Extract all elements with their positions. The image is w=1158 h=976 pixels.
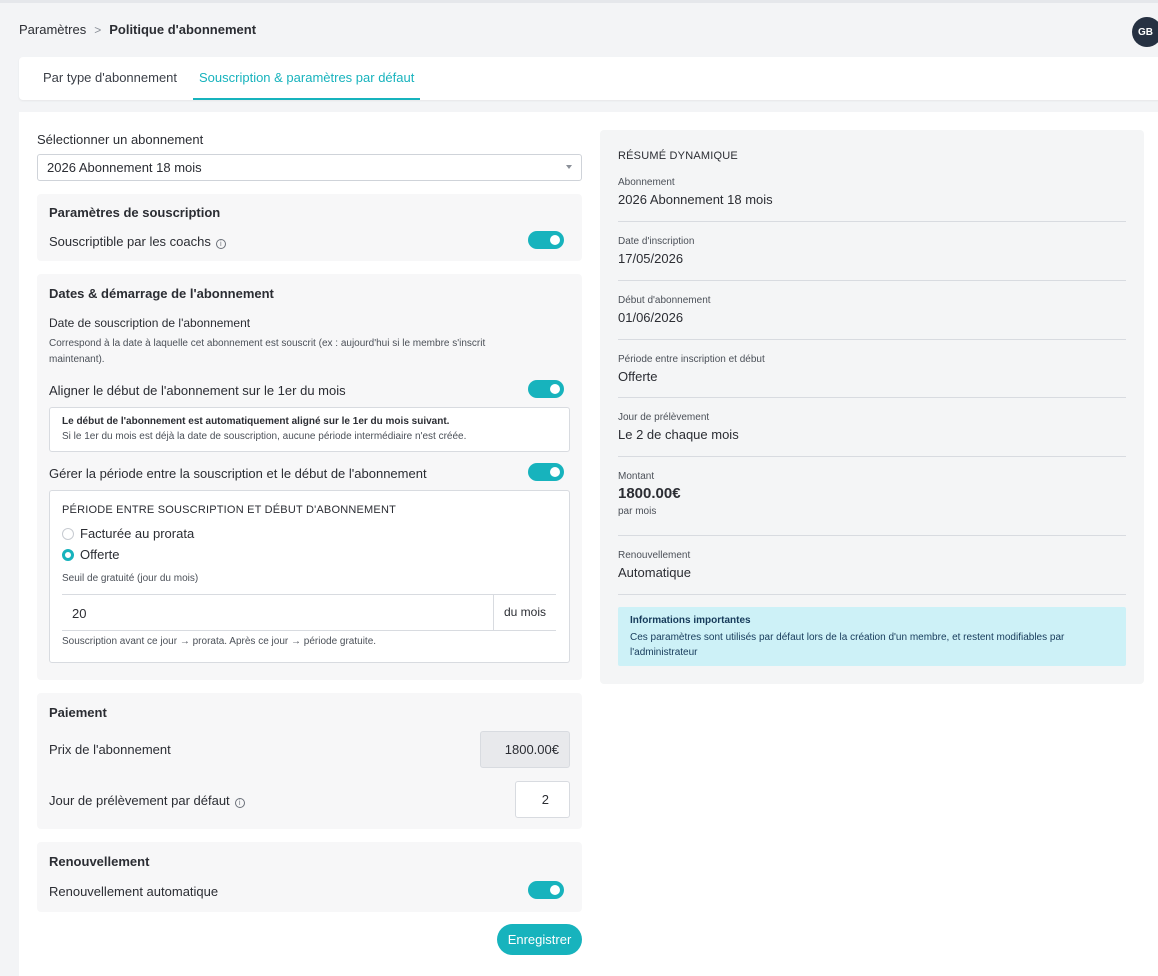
summary-value: Le 2 de chaque mois [618, 427, 739, 442]
summary-panel: RÉSUMÉ DYNAMIQUE Abonnement 2026 Abonnem… [600, 130, 1144, 684]
important-title: Informations importantes [630, 615, 751, 626]
breadcrumb-current: Politique d'abonnement [109, 22, 257, 37]
day-row: Jour de prélèvement par défaut i [49, 793, 245, 808]
seuil-input[interactable]: 20 du mois [62, 594, 556, 631]
divider [618, 397, 1126, 398]
summary-value: 01/06/2026 [618, 310, 684, 325]
summary-key: Jour de prélèvement [618, 412, 710, 423]
summary-debut: Début d'abonnement 01/06/2026 [618, 295, 1126, 325]
paiement-card: Paiement Prix de l'abonnement 1800.00€ J… [37, 693, 582, 829]
important-info: Informations importantes Ces paramètres … [618, 607, 1126, 666]
auto-label: Renouvellement automatique [49, 884, 219, 899]
summary-value: Automatique [618, 565, 691, 580]
notice-text: Si le 1er du mois est déjà la date de so… [62, 431, 467, 442]
date-help-1: Correspond à la date à laquelle cet abon… [49, 338, 486, 349]
summary-title: RÉSUMÉ DYNAMIQUE [618, 150, 738, 162]
summary-date-inscription: Date d'inscription 17/05/2026 [618, 236, 1126, 266]
toggle-knob [550, 235, 560, 245]
toggle-knob [550, 885, 560, 895]
period-toggle[interactable] [528, 463, 564, 481]
renouvellement-card: Renouvellement Renouvellement automatiqu… [37, 842, 582, 912]
toggle-knob [550, 384, 560, 394]
summary-key: Montant [618, 471, 655, 482]
caret-down-icon [566, 165, 572, 169]
summary-value: Offerte [618, 369, 658, 384]
price-field: 1800.00€ [480, 731, 570, 768]
breadcrumb: Paramètres > Politique d'abonnement [19, 22, 256, 37]
summary-key: Date d'inscription [618, 236, 695, 247]
subscription-select-value: 2026 Abonnement 18 mois [47, 160, 202, 175]
coachs-toggle[interactable] [528, 231, 564, 249]
summary-renouvellement: Renouvellement Automatique [618, 550, 1126, 580]
summary-key: Renouvellement [618, 550, 691, 561]
dates-title: Dates & démarrage de l'abonnement [49, 286, 274, 301]
important-text: Ces paramètres sont utilisés par défaut … [630, 632, 1065, 658]
divider [618, 594, 1126, 595]
period-box: PÉRIODE ENTRE SOUSCRIPTION ET DÉBUT D'AB… [49, 490, 570, 663]
seuil-hint: Souscription avant ce jour → prorata. Ap… [62, 636, 377, 647]
summary-sub: par mois [618, 506, 657, 517]
tab-souscription[interactable]: Souscription & paramètres par défaut [193, 57, 421, 100]
divider [618, 221, 1126, 222]
tab-bar: Par type d'abonnement Souscription & par… [19, 57, 1158, 100]
notice-bold: Le début de l'abonnement est automatique… [62, 416, 450, 427]
tab-par-type[interactable]: Par type d'abonnement [43, 57, 177, 100]
souscription-title: Paramètres de souscription [49, 205, 221, 220]
period-box-title: PÉRIODE ENTRE SOUSCRIPTION ET DÉBUT D'AB… [62, 504, 397, 516]
seuil-unit: du mois [493, 595, 556, 630]
info-icon[interactable]: i [234, 798, 245, 808]
divider [618, 280, 1126, 281]
day-field[interactable]: 2 [515, 781, 570, 818]
align-toggle[interactable] [528, 380, 564, 398]
toggle-knob [550, 467, 560, 477]
main-panel: Sélectionner un abonnement 2026 Abonneme… [19, 112, 1158, 976]
align-label: Aligner le début de l'abonnement sur le … [49, 383, 346, 398]
save-button[interactable]: Enregistrer [497, 924, 582, 955]
top-border [0, 0, 1158, 3]
radio-checked[interactable] [62, 548, 74, 561]
summary-key: Abonnement [618, 177, 675, 188]
breadcrumb-root[interactable]: Paramètres [19, 22, 86, 37]
seuil-label: Seuil de gratuité (jour du mois) [62, 573, 199, 584]
seuil-value[interactable]: 20 [72, 606, 86, 621]
divider [618, 456, 1126, 457]
souscription-card: Paramètres de souscription Souscriptible… [37, 194, 582, 261]
coachs-row: Souscriptible par les coachs i [49, 234, 226, 249]
period-label: Gérer la période entre la souscription e… [49, 466, 427, 481]
info-icon[interactable]: i [215, 239, 226, 249]
summary-value: 2026 Abonnement 18 mois [618, 192, 773, 207]
day-label: Jour de prélèvement par défaut [49, 793, 230, 808]
radio-offerte-label: Offerte [80, 547, 120, 562]
renouvellement-title: Renouvellement [49, 854, 150, 869]
breadcrumb-separator: > [94, 22, 102, 37]
divider [618, 339, 1126, 340]
radio-prorata-label: Facturée au prorata [80, 526, 195, 541]
radio-unchecked[interactable] [62, 527, 74, 540]
select-label: Sélectionner un abonnement [37, 132, 204, 147]
coachs-label: Souscriptible par les coachs [49, 234, 211, 249]
radio-offerte[interactable]: Offerte [62, 547, 120, 562]
summary-key: Début d'abonnement [618, 295, 711, 306]
subscription-select[interactable]: 2026 Abonnement 18 mois [37, 154, 582, 181]
radio-prorata[interactable]: Facturée au prorata [62, 526, 194, 541]
price-label: Prix de l'abonnement [49, 742, 171, 757]
date-help-2: maintenant). [49, 354, 105, 365]
summary-value: 1800.00€ [618, 485, 681, 502]
summary-key: Période entre inscription et début [618, 354, 765, 365]
avatar[interactable]: GB [1132, 17, 1158, 47]
paiement-title: Paiement [49, 705, 107, 720]
auto-toggle[interactable] [528, 881, 564, 899]
summary-value: 17/05/2026 [618, 251, 684, 266]
align-notice: Le début de l'abonnement est automatique… [49, 407, 570, 452]
dates-card: Dates & démarrage de l'abonnement Date d… [37, 274, 582, 680]
summary-prelevement: Jour de prélèvement Le 2 de chaque mois [618, 412, 1126, 442]
summary-montant: Montant 1800.00€ par mois [618, 471, 1126, 517]
summary-abonnement: Abonnement 2026 Abonnement 18 mois [618, 177, 1126, 207]
date-label: Date de souscription de l'abonnement [49, 316, 251, 330]
summary-periode: Période entre inscription et début Offer… [618, 354, 1126, 384]
divider [618, 535, 1126, 536]
